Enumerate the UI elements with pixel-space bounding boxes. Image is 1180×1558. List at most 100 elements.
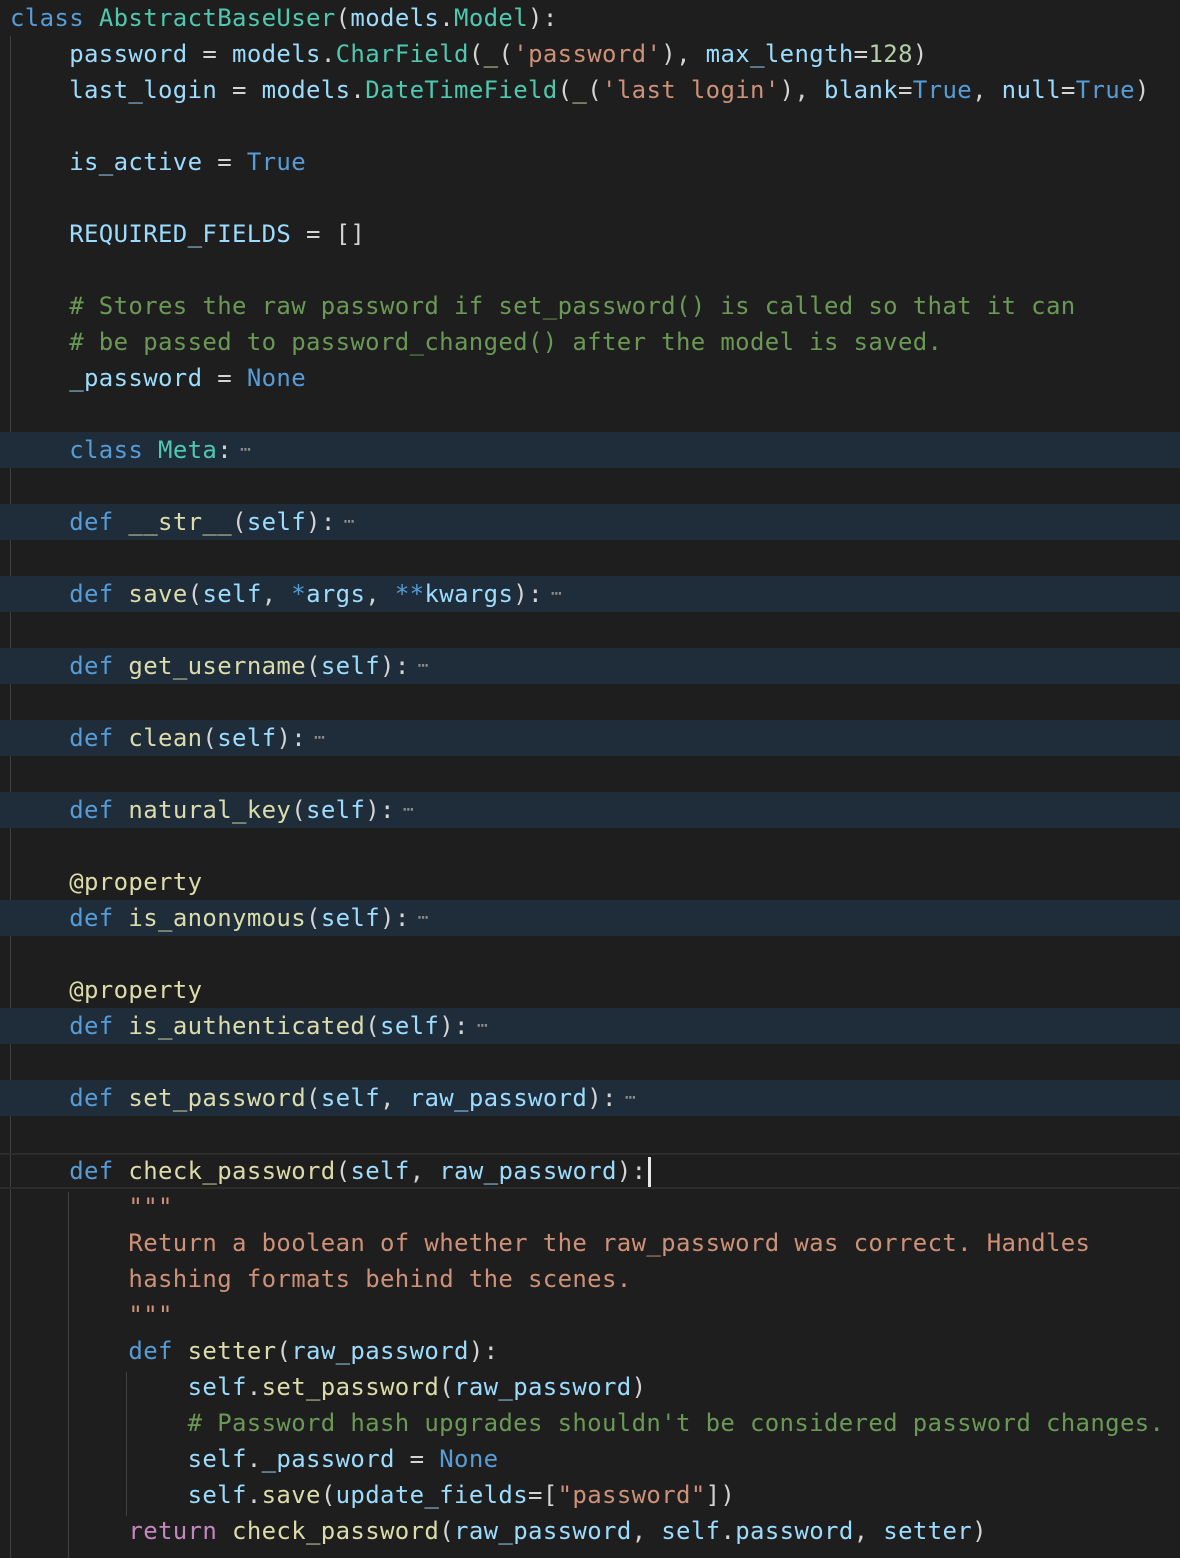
fold-ellipsis-icon[interactable]: ⋯ xyxy=(418,900,430,936)
code-token: _ xyxy=(572,76,588,104)
code-token: password xyxy=(69,40,188,68)
code-line[interactable]: self._password = None xyxy=(0,1441,1180,1477)
code-line[interactable]: def check_password(self, raw_password): xyxy=(0,1153,1180,1189)
code-token: ( xyxy=(232,508,247,536)
code-line[interactable]: class AbstractBaseUser(models.Model): xyxy=(0,0,1180,36)
fold-ellipsis-icon[interactable]: ⋯ xyxy=(240,432,252,468)
code-line[interactable]: REQUIRED_FIELDS = [] xyxy=(0,216,1180,252)
fold-ellipsis-icon[interactable]: ⋯ xyxy=(551,576,563,612)
text-cursor xyxy=(648,1157,652,1187)
code-line[interactable] xyxy=(0,1116,1180,1152)
code-line[interactable] xyxy=(0,828,1180,864)
code-token: . xyxy=(246,1445,262,1473)
code-token: self xyxy=(350,1157,410,1185)
code-line[interactable] xyxy=(0,936,1180,972)
code-token: raw_password xyxy=(439,1157,617,1185)
code-token: Model xyxy=(454,4,529,32)
code-editor[interactable]: class AbstractBaseUser(models.Model): pa… xyxy=(0,0,1180,1558)
code-line[interactable]: return check_password(raw_password, self… xyxy=(0,1513,1180,1549)
code-token: _ xyxy=(483,40,499,68)
code-line[interactable]: self.set_password(raw_password) xyxy=(0,1369,1180,1405)
folded-code-line[interactable]: def is_anonymous(self): ⋯ xyxy=(0,900,1180,936)
folded-code-line[interactable]: class Meta: ⋯ xyxy=(0,432,1180,468)
code-line[interactable]: @property xyxy=(0,972,1180,1008)
code-line[interactable] xyxy=(0,252,1180,288)
code-line[interactable] xyxy=(0,612,1180,648)
code-token: __str__ xyxy=(128,508,233,536)
folded-code-line[interactable]: def clean(self): ⋯ xyxy=(0,720,1180,756)
code-line[interactable]: # be passed to password_changed() after … xyxy=(0,324,1180,360)
code-line[interactable]: """ xyxy=(0,1189,1180,1225)
code-line[interactable]: @property xyxy=(0,864,1180,900)
folded-code-line[interactable]: def save(self, *args, **kwargs): ⋯ xyxy=(0,576,1180,612)
code-token: raw_password xyxy=(454,1517,632,1545)
code-text: self.save(update_fields=["password"]) xyxy=(10,1477,735,1513)
code-line[interactable] xyxy=(0,1044,1180,1080)
code-line[interactable]: is_active = True xyxy=(0,144,1180,180)
code-token: ]) xyxy=(705,1481,736,1509)
folded-code-line[interactable]: def __str__(self): ⋯ xyxy=(0,504,1180,540)
code-line[interactable] xyxy=(0,396,1180,432)
code-token: set_password xyxy=(261,1373,440,1401)
fold-ellipsis-icon[interactable]: ⋯ xyxy=(344,504,356,540)
code-line[interactable]: """ xyxy=(0,1297,1180,1333)
code-token: CharField xyxy=(335,40,469,68)
code-token: self xyxy=(380,1012,440,1040)
code-token: self xyxy=(187,1481,247,1509)
code-token: . xyxy=(720,1517,736,1545)
code-line[interactable] xyxy=(0,180,1180,216)
code-line[interactable]: # Password hash upgrades shouldn't be co… xyxy=(0,1405,1180,1441)
code-text: def check_password(self, raw_password): xyxy=(10,1155,652,1187)
folded-code-line[interactable]: def natural_key(self): ⋯ xyxy=(0,792,1180,828)
code-token: @property xyxy=(69,868,203,896)
code-token: = xyxy=(1060,76,1076,104)
code-line[interactable]: hashing formats behind the scenes. xyxy=(0,1261,1180,1297)
code-line[interactable] xyxy=(0,468,1180,504)
code-line[interactable] xyxy=(0,108,1180,144)
code-token: setter xyxy=(187,1337,277,1365)
code-token: save xyxy=(261,1481,321,1509)
code-text: REQUIRED_FIELDS = [] xyxy=(10,216,365,252)
code-token: Meta xyxy=(158,436,218,464)
fold-ellipsis-icon[interactable]: ⋯ xyxy=(418,648,430,684)
code-token: = xyxy=(217,76,262,104)
folded-code-line[interactable]: def is_authenticated(self): ⋯ xyxy=(0,1008,1180,1044)
code-line[interactable]: # Stores the raw password if set_passwor… xyxy=(0,288,1180,324)
code-line[interactable]: last_login = models.DateTimeField(_('las… xyxy=(0,72,1180,108)
fold-ellipsis-icon[interactable]: ⋯ xyxy=(314,720,326,756)
code-token: = [] xyxy=(291,220,366,248)
fold-ellipsis-icon[interactable]: ⋯ xyxy=(403,792,415,828)
code-line[interactable]: _password = None xyxy=(0,360,1180,396)
code-token: , xyxy=(631,1517,662,1545)
code-line[interactable]: Return a boolean of whether the raw_pass… xyxy=(0,1225,1180,1261)
code-line[interactable]: def setter(raw_password): xyxy=(0,1333,1180,1369)
code-text: is_active = True xyxy=(10,144,306,180)
code-line[interactable] xyxy=(0,540,1180,576)
fold-ellipsis-icon[interactable]: ⋯ xyxy=(477,1008,489,1044)
folded-code-line[interactable]: def get_username(self): ⋯ xyxy=(0,648,1180,684)
code-text: Return a boolean of whether the raw_pass… xyxy=(10,1225,1090,1261)
code-line[interactable]: password = models.CharField(_('password'… xyxy=(0,36,1180,72)
code-token: ): xyxy=(468,1337,499,1365)
code-token: ( xyxy=(335,4,351,32)
folded-code-line[interactable]: def set_password(self, raw_password): ⋯ xyxy=(0,1080,1180,1116)
code-token: clean xyxy=(128,724,203,752)
code-token: ( xyxy=(557,76,573,104)
code-token: _password xyxy=(261,1445,395,1473)
fold-ellipsis-icon[interactable]: ⋯ xyxy=(625,1080,637,1116)
code-token: ): xyxy=(616,1157,647,1185)
code-line[interactable] xyxy=(0,756,1180,792)
code-token: # Password hash upgrades shouldn't be co… xyxy=(187,1409,1165,1437)
code-line[interactable]: self.save(update_fields=["password"]) xyxy=(0,1477,1180,1513)
code-token: class xyxy=(10,4,84,32)
code-line[interactable] xyxy=(0,684,1180,720)
code-token: = xyxy=(202,148,247,176)
code-token: def xyxy=(69,1012,114,1040)
